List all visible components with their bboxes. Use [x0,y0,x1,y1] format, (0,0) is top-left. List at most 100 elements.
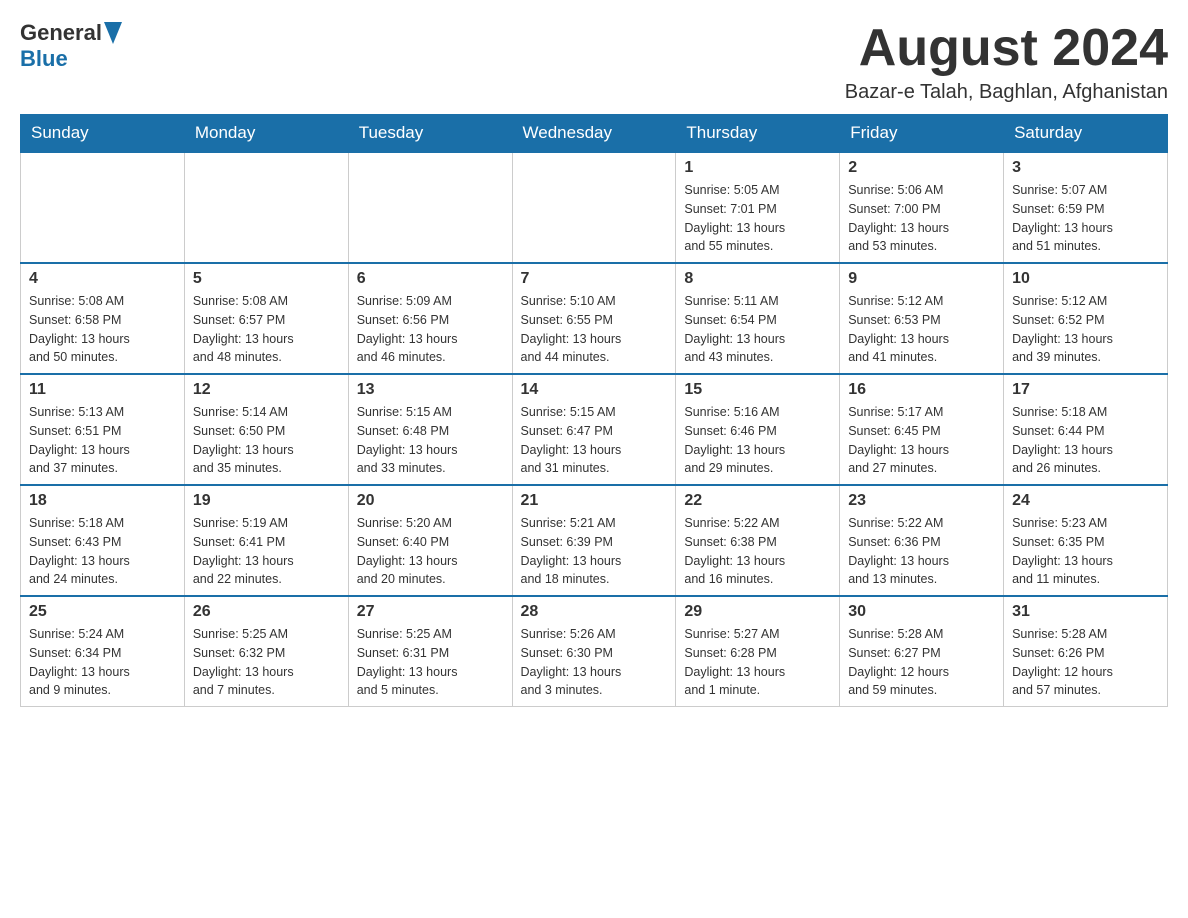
calendar-week-row: 1Sunrise: 5:05 AMSunset: 7:01 PMDaylight… [21,152,1168,263]
day-info: Sunrise: 5:25 AMSunset: 6:32 PMDaylight:… [193,625,340,700]
weekday-header-thursday: Thursday [676,115,840,153]
day-info: Sunrise: 5:22 AMSunset: 6:36 PMDaylight:… [848,514,995,589]
day-info: Sunrise: 5:08 AMSunset: 6:58 PMDaylight:… [29,292,176,367]
day-number: 30 [848,603,995,621]
logo-triangle-icon [104,22,122,44]
day-number: 17 [1012,381,1159,399]
calendar-day-16: 16 Sunrise: 5:17 AMSunset: 6:45 PMDayligh… [840,374,1004,485]
day-info: Sunrise: 5:18 AMSunset: 6:43 PMDaylight:… [29,514,176,589]
day-info: Sunrise: 5:12 AMSunset: 6:52 PMDaylight:… [1012,292,1159,367]
day-number: 7 [521,270,668,288]
day-number: 21 [521,492,668,510]
logo-blue-text: Blue [20,46,68,72]
day-number: 4 [29,270,176,288]
calendar-week-row: 11 Sunrise: 5:13 AMSunset: 6:51 PMDayligh… [21,374,1168,485]
calendar-day-27: 27 Sunrise: 5:25 AMSunset: 6:31 PMDayligh… [348,596,512,707]
day-number: 15 [684,381,831,399]
calendar-day-5: 5 Sunrise: 5:08 AMSunset: 6:57 PMDaylight… [184,263,348,374]
day-number: 20 [357,492,504,510]
day-number: 16 [848,381,995,399]
calendar-day-31: 31Sunrise: 5:28 AMSunset: 6:26 PMDayligh… [1004,596,1168,707]
weekday-header-wednesday: Wednesday [512,115,676,153]
title-block: August 2024 Bazar-e Talah, Baghlan, Afgh… [845,20,1168,104]
day-number: 28 [521,603,668,621]
day-number: 6 [357,270,504,288]
calendar-day-26: 26 Sunrise: 5:25 AMSunset: 6:32 PMDayligh… [184,596,348,707]
day-info: Sunrise: 5:22 AMSunset: 6:38 PMDaylight:… [684,514,831,589]
calendar-day-23: 23 Sunrise: 5:22 AMSunset: 6:36 PMDayligh… [840,485,1004,596]
calendar-week-row: 4 Sunrise: 5:08 AMSunset: 6:58 PMDaylight… [21,263,1168,374]
day-number: 23 [848,492,995,510]
day-number: 26 [193,603,340,621]
weekday-header-tuesday: Tuesday [348,115,512,153]
day-number: 29 [684,603,831,621]
day-info: Sunrise: 5:17 AMSunset: 6:45 PMDaylight:… [848,403,995,478]
day-info: Sunrise: 5:13 AMSunset: 6:51 PMDaylight:… [29,403,176,478]
calendar-day-13: 13 Sunrise: 5:15 AMSunset: 6:48 PMDayligh… [348,374,512,485]
calendar-day-29: 29 Sunrise: 5:27 AMSunset: 6:28 PMDayligh… [676,596,840,707]
day-info: Sunrise: 5:19 AMSunset: 6:41 PMDaylight:… [193,514,340,589]
calendar-day-9: 9 Sunrise: 5:12 AMSunset: 6:53 PMDaylight… [840,263,1004,374]
day-number: 13 [357,381,504,399]
calendar-day-11: 11 Sunrise: 5:13 AMSunset: 6:51 PMDayligh… [21,374,185,485]
day-info: Sunrise: 5:23 AMSunset: 6:35 PMDaylight:… [1012,514,1159,589]
day-info: Sunrise: 5:27 AMSunset: 6:28 PMDaylight:… [684,625,831,700]
day-number: 25 [29,603,176,621]
calendar-day-24: 24 Sunrise: 5:23 AMSunset: 6:35 PMDayligh… [1004,485,1168,596]
calendar-day-12: 12 Sunrise: 5:14 AMSunset: 6:50 PMDayligh… [184,374,348,485]
calendar-day-30: 30 Sunrise: 5:28 AMSunset: 6:27 PMDayligh… [840,596,1004,707]
calendar-day-22: 22 Sunrise: 5:22 AMSunset: 6:38 PMDayligh… [676,485,840,596]
calendar-day-7: 7Sunrise: 5:10 AMSunset: 6:55 PMDaylight… [512,263,676,374]
calendar-day-20: 20 Sunrise: 5:20 AMSunset: 6:40 PMDayligh… [348,485,512,596]
day-number: 22 [684,492,831,510]
day-number: 5 [193,270,340,288]
calendar-day-empty [21,152,185,263]
calendar-day-6: 6 Sunrise: 5:09 AMSunset: 6:56 PMDaylight… [348,263,512,374]
day-info: Sunrise: 5:26 AMSunset: 6:30 PMDaylight:… [521,625,668,700]
day-info: Sunrise: 5:12 AMSunset: 6:53 PMDaylight:… [848,292,995,367]
calendar-day-21: 21 Sunrise: 5:21 AMSunset: 6:39 PMDayligh… [512,485,676,596]
day-number: 9 [848,270,995,288]
day-info: Sunrise: 5:15 AMSunset: 6:48 PMDaylight:… [357,403,504,478]
day-info: Sunrise: 5:25 AMSunset: 6:31 PMDaylight:… [357,625,504,700]
calendar-day-empty [512,152,676,263]
day-info: Sunrise: 5:20 AMSunset: 6:40 PMDaylight:… [357,514,504,589]
calendar-header-row: SundayMondayTuesdayWednesdayThursdayFrid… [21,115,1168,153]
calendar-week-row: 18 Sunrise: 5:18 AMSunset: 6:43 PMDayligh… [21,485,1168,596]
calendar-week-row: 25Sunrise: 5:24 AMSunset: 6:34 PMDayligh… [21,596,1168,707]
page-header: General Blue August 2024 Bazar-e Talah, … [20,20,1168,104]
day-info: Sunrise: 5:18 AMSunset: 6:44 PMDaylight:… [1012,403,1159,478]
calendar-day-4: 4 Sunrise: 5:08 AMSunset: 6:58 PMDaylight… [21,263,185,374]
day-number: 18 [29,492,176,510]
calendar-day-8: 8Sunrise: 5:11 AMSunset: 6:54 PMDaylight… [676,263,840,374]
calendar-day-18: 18 Sunrise: 5:18 AMSunset: 6:43 PMDayligh… [21,485,185,596]
day-number: 27 [357,603,504,621]
weekday-header-monday: Monday [184,115,348,153]
day-info: Sunrise: 5:28 AMSunset: 6:26 PMDaylight:… [1012,625,1159,700]
logo: General Blue [20,20,122,72]
day-info: Sunrise: 5:15 AMSunset: 6:47 PMDaylight:… [521,403,668,478]
calendar-day-14: 14Sunrise: 5:15 AMSunset: 6:47 PMDayligh… [512,374,676,485]
month-title: August 2024 [845,20,1168,77]
day-info: Sunrise: 5:14 AMSunset: 6:50 PMDaylight:… [193,403,340,478]
calendar-day-10: 10Sunrise: 5:12 AMSunset: 6:52 PMDayligh… [1004,263,1168,374]
weekday-header-friday: Friday [840,115,1004,153]
day-info: Sunrise: 5:28 AMSunset: 6:27 PMDaylight:… [848,625,995,700]
calendar-day-empty [184,152,348,263]
weekday-header-saturday: Saturday [1004,115,1168,153]
calendar-table: SundayMondayTuesdayWednesdayThursdayFrid… [20,114,1168,707]
day-info: Sunrise: 5:09 AMSunset: 6:56 PMDaylight:… [357,292,504,367]
day-info: Sunrise: 5:06 AMSunset: 7:00 PMDaylight:… [848,181,995,256]
day-number: 11 [29,381,176,399]
calendar-day-17: 17 Sunrise: 5:18 AMSunset: 6:44 PMDayligh… [1004,374,1168,485]
day-number: 24 [1012,492,1159,510]
day-info: Sunrise: 5:16 AMSunset: 6:46 PMDaylight:… [684,403,831,478]
weekday-header-sunday: Sunday [21,115,185,153]
day-info: Sunrise: 5:21 AMSunset: 6:39 PMDaylight:… [521,514,668,589]
day-info: Sunrise: 5:07 AMSunset: 6:59 PMDaylight:… [1012,181,1159,256]
day-number: 3 [1012,159,1159,177]
day-number: 12 [193,381,340,399]
calendar-day-2: 2Sunrise: 5:06 AMSunset: 7:00 PMDaylight… [840,152,1004,263]
day-info: Sunrise: 5:08 AMSunset: 6:57 PMDaylight:… [193,292,340,367]
calendar-day-28: 28 Sunrise: 5:26 AMSunset: 6:30 PMDayligh… [512,596,676,707]
